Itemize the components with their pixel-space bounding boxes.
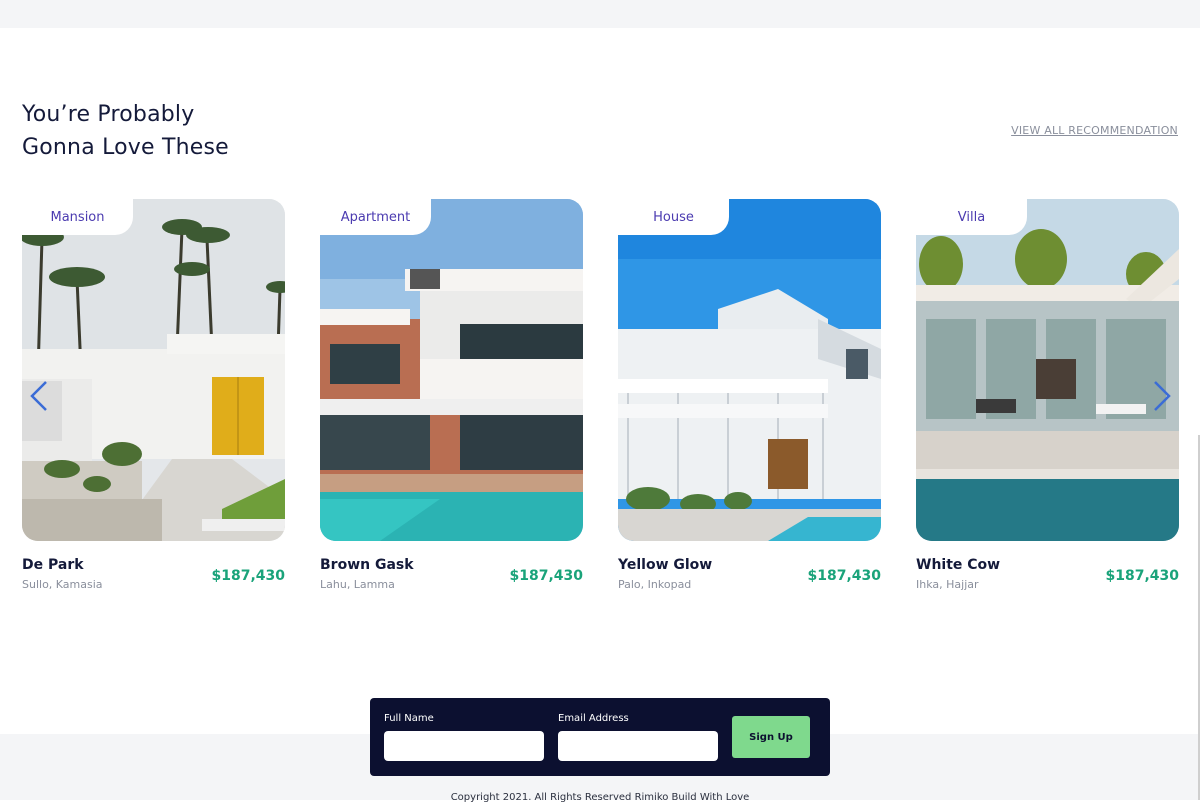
sign-up-button[interactable]: Sign Up — [732, 716, 810, 758]
property-price: $187,430 — [211, 568, 285, 584]
property-type-tag: Villa — [916, 199, 1027, 235]
property-price: $187,430 — [807, 568, 881, 584]
property-photo — [22, 199, 285, 541]
property-type-tag: Apartment — [320, 199, 431, 235]
heading-line-1: You’re Probably — [22, 102, 195, 127]
full-name-label: Full Name — [384, 713, 434, 724]
property-photo — [618, 199, 881, 541]
property-name: White Cow — [916, 557, 1001, 573]
property-name: Brown Gask — [320, 557, 414, 573]
chevron-right-icon[interactable] — [1151, 378, 1173, 414]
recommendation-carousel: Mansion De Park Sullo, Kamasia $187,430 — [22, 199, 1179, 599]
view-all-link[interactable]: VIEW ALL RECOMMENDATION — [1011, 124, 1178, 137]
property-type-tag: House — [618, 199, 729, 235]
property-card[interactable]: Villa White Cow Ihka, Hajjar $187,430 — [916, 199, 1179, 599]
copyright-text: Copyright 2021. All Rights Reserved Rimi… — [450, 792, 750, 803]
property-photo — [320, 199, 583, 541]
property-price: $187,430 — [1105, 568, 1179, 584]
property-name: De Park — [22, 557, 84, 573]
full-name-input[interactable] — [384, 731, 544, 761]
property-location: Lahu, Lamma — [320, 578, 395, 591]
property-card[interactable]: House Yellow Glow Palo, Inkopad $187,430 — [618, 199, 881, 599]
property-location: Palo, Inkopad — [618, 578, 692, 591]
property-price: $187,430 — [509, 568, 583, 584]
top-strip — [0, 0, 1200, 28]
section-heading: You’re Probably Gonna Love These — [22, 98, 342, 164]
email-input[interactable] — [558, 731, 718, 761]
property-name: Yellow Glow — [618, 557, 713, 573]
property-card[interactable]: Apartment Brown Gask Lahu, Lamma $187,43… — [320, 199, 583, 599]
property-card[interactable]: Mansion De Park Sullo, Kamasia $187,430 — [22, 199, 285, 599]
property-photo — [916, 199, 1179, 541]
email-label: Email Address — [558, 713, 629, 724]
chevron-left-icon[interactable] — [28, 378, 50, 414]
signup-form: Full Name Email Address Sign Up — [370, 698, 830, 776]
property-type-tag: Mansion — [22, 199, 133, 235]
property-location: Ihka, Hajjar — [916, 578, 979, 591]
heading-line-2: Gonna Love These — [22, 135, 229, 160]
property-location: Sullo, Kamasia — [22, 578, 103, 591]
